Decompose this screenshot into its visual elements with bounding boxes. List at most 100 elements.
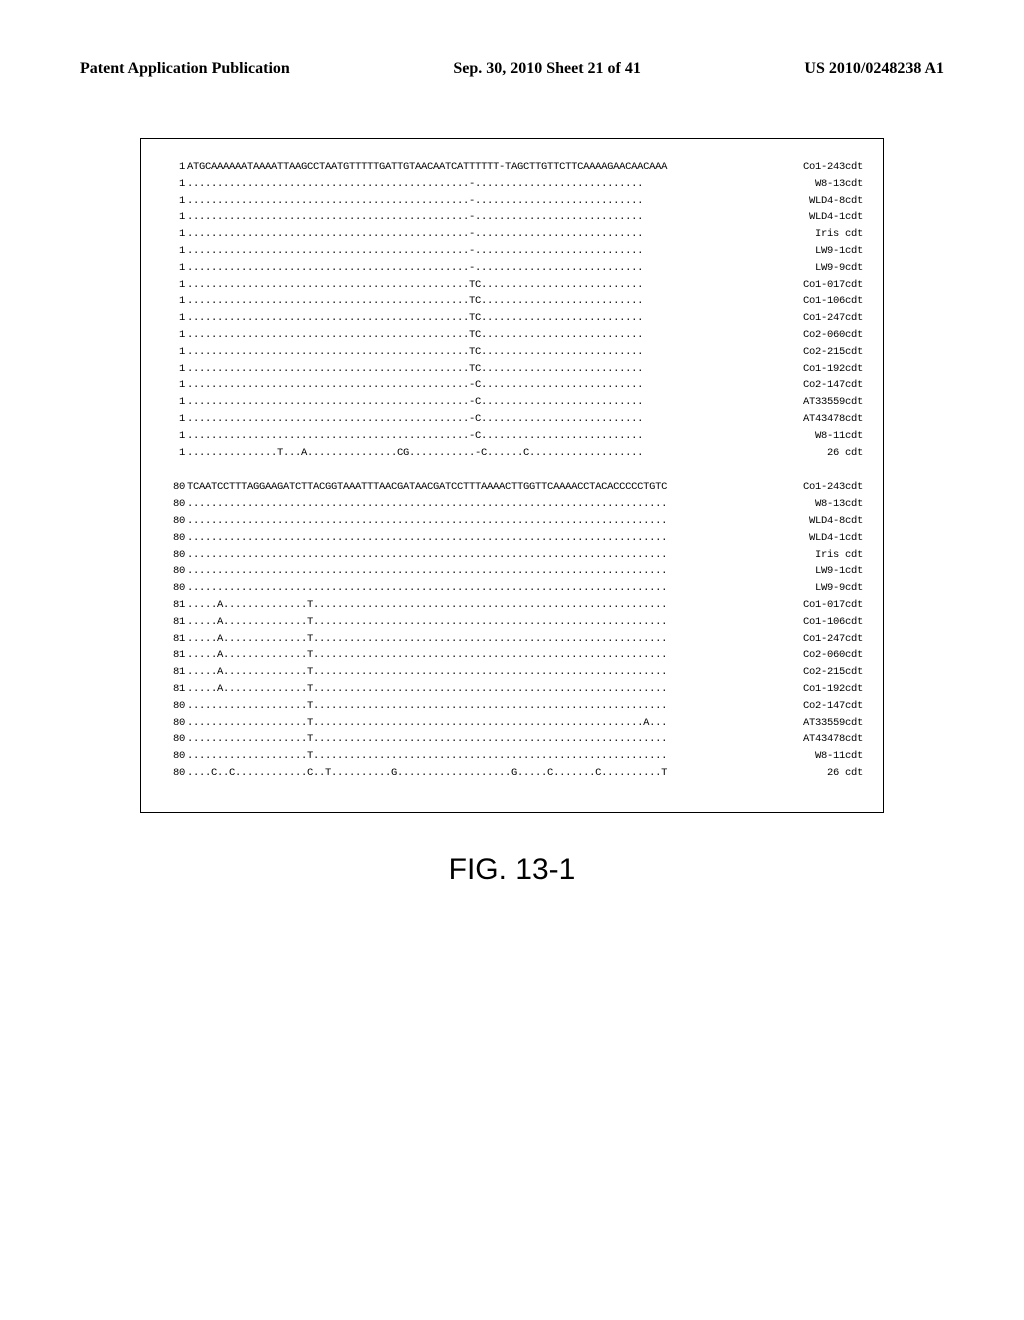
alignment-position: 81 bbox=[161, 597, 187, 614]
alignment-position: 1 bbox=[161, 243, 187, 260]
alignment-position: 80 bbox=[161, 496, 187, 513]
alignment-sequence: ........................................… bbox=[187, 193, 803, 210]
sequence-alignment: 1 ATGCAAAAAATAAAATTAAGCCTAATGTTTTTGATTGT… bbox=[161, 159, 863, 782]
alignment-row: 1.......................................… bbox=[161, 209, 863, 226]
alignment-label: Co1-243cdt bbox=[797, 479, 863, 496]
alignment-position: 81 bbox=[161, 631, 187, 648]
alignment-row: 80....C..C............C..T..........G...… bbox=[161, 765, 863, 782]
alignment-sequence: ........................................… bbox=[187, 513, 803, 530]
alignment-label: Co2-147cdt bbox=[797, 698, 863, 715]
alignment-label: WLD4-8cdt bbox=[803, 513, 863, 530]
alignment-label: Co2-060cdt bbox=[797, 327, 863, 344]
alignment-label: LW9-1cdt bbox=[809, 563, 863, 580]
alignment-position: 80 bbox=[161, 715, 187, 732]
alignment-label: Co1-106cdt bbox=[797, 293, 863, 310]
alignment-label: Co2-060cdt bbox=[797, 647, 863, 664]
figure-caption: FIG. 13-1 bbox=[0, 853, 1024, 887]
alignment-position: 81 bbox=[161, 664, 187, 681]
alignment-label: Iris cdt bbox=[809, 226, 863, 243]
alignment-row: 80....................T.................… bbox=[161, 748, 863, 765]
alignment-sequence: ........................................… bbox=[187, 310, 797, 327]
alignment-position: 1 bbox=[161, 428, 187, 445]
alignment-sequence: ........................................… bbox=[187, 496, 809, 513]
alignment-label: LW9-1cdt bbox=[809, 243, 863, 260]
alignment-label: Co1-247cdt bbox=[797, 631, 863, 648]
alignment-sequence: TCAATCCTTTAGGAAGATCTTACGGTAAATTTAACGATAA… bbox=[187, 479, 797, 496]
alignment-row: 81.....A..............T.................… bbox=[161, 681, 863, 698]
alignment-sequence: ........................................… bbox=[187, 260, 809, 277]
alignment-label: LW9-9cdt bbox=[809, 260, 863, 277]
alignment-position: 80 bbox=[161, 530, 187, 547]
alignment-label: W8-11cdt bbox=[809, 428, 863, 445]
alignment-label: W8-13cdt bbox=[809, 176, 863, 193]
alignment-row: 81.....A..............T.................… bbox=[161, 597, 863, 614]
alignment-row: 1.......................................… bbox=[161, 293, 863, 310]
alignment-ref-row: 1 ATGCAAAAAATAAAATTAAGCCTAATGTTTTTGATTGT… bbox=[161, 159, 863, 176]
alignment-row: 1.......................................… bbox=[161, 260, 863, 277]
alignment-sequence: ........................................… bbox=[187, 411, 797, 428]
alignment-position: 80 bbox=[161, 479, 187, 496]
alignment-label: 26 cdt bbox=[821, 445, 863, 462]
alignment-label: Co2-215cdt bbox=[797, 664, 863, 681]
alignment-row: 1.......................................… bbox=[161, 361, 863, 378]
alignment-row: 1.......................................… bbox=[161, 327, 863, 344]
alignment-sequence: ....................T...................… bbox=[187, 748, 809, 765]
alignment-label: WLD4-1cdt bbox=[803, 530, 863, 547]
alignment-position: 1 bbox=[161, 293, 187, 310]
alignment-position: 1 bbox=[161, 310, 187, 327]
alignment-label: Co1-106cdt bbox=[797, 614, 863, 631]
alignment-label: LW9-9cdt bbox=[809, 580, 863, 597]
alignment-position: 80 bbox=[161, 513, 187, 530]
alignment-sequence: ........................................… bbox=[187, 377, 797, 394]
alignment-sequence: .....A..............T...................… bbox=[187, 664, 797, 681]
alignment-row: 80......................................… bbox=[161, 513, 863, 530]
alignment-label: Co1-247cdt bbox=[797, 310, 863, 327]
alignment-position: 80 bbox=[161, 731, 187, 748]
alignment-row: 80......................................… bbox=[161, 563, 863, 580]
alignment-sequence: ........................................… bbox=[187, 563, 809, 580]
alignment-label: AT33559cdt bbox=[797, 715, 863, 732]
alignment-row: 1.......................................… bbox=[161, 277, 863, 294]
figure-panel: 1 ATGCAAAAAATAAAATTAAGCCTAATGTTTTTGATTGT… bbox=[140, 138, 884, 813]
alignment-label: WLD4-1cdt bbox=[803, 209, 863, 226]
alignment-row: 81.....A..............T.................… bbox=[161, 614, 863, 631]
alignment-row: 1.......................................… bbox=[161, 193, 863, 210]
alignment-sequence: ........................................… bbox=[187, 209, 803, 226]
alignment-row: 1.......................................… bbox=[161, 394, 863, 411]
alignment-label: Co1-017cdt bbox=[797, 277, 863, 294]
alignment-row: 80......................................… bbox=[161, 547, 863, 564]
alignment-label: Co1-017cdt bbox=[797, 597, 863, 614]
alignment-position: 81 bbox=[161, 681, 187, 698]
alignment-position: 81 bbox=[161, 647, 187, 664]
alignment-sequence: ........................................… bbox=[187, 530, 803, 547]
header-left: Patent Application Publication bbox=[80, 60, 290, 78]
alignment-row: 80....................T.................… bbox=[161, 715, 863, 732]
alignment-label: Co2-147cdt bbox=[797, 377, 863, 394]
alignment-label: 26 cdt bbox=[821, 765, 863, 782]
alignment-label: AT33559cdt bbox=[797, 394, 863, 411]
alignment-label: Iris cdt bbox=[809, 547, 863, 564]
alignment-position: 1 bbox=[161, 193, 187, 210]
alignment-label: W8-11cdt bbox=[809, 748, 863, 765]
alignment-sequence: ATGCAAAAAATAAAATTAAGCCTAATGTTTTTGATTGTAA… bbox=[187, 159, 797, 176]
alignment-position: 1 bbox=[161, 394, 187, 411]
alignment-position: 80 bbox=[161, 563, 187, 580]
alignment-label: AT43478cdt bbox=[797, 731, 863, 748]
alignment-position: 80 bbox=[161, 765, 187, 782]
alignment-position: 1 bbox=[161, 327, 187, 344]
alignment-position: 80 bbox=[161, 580, 187, 597]
alignment-sequence: ........................................… bbox=[187, 344, 797, 361]
alignment-sequence: .....A..............T...................… bbox=[187, 631, 797, 648]
alignment-row: 1.......................................… bbox=[161, 176, 863, 193]
alignment-sequence: ........................................… bbox=[187, 243, 809, 260]
alignment-position: 80 bbox=[161, 698, 187, 715]
alignment-sequence: .....A..............T...................… bbox=[187, 681, 797, 698]
header-right: US 2010/0248238 A1 bbox=[804, 60, 944, 78]
alignment-position: 1 bbox=[161, 260, 187, 277]
alignment-row: 1.......................................… bbox=[161, 377, 863, 394]
alignment-sequence: ...............T...A...............CG...… bbox=[187, 445, 821, 462]
alignment-row: 80......................................… bbox=[161, 496, 863, 513]
alignment-position: 1 bbox=[161, 159, 187, 176]
alignment-sequence: ........................................… bbox=[187, 327, 797, 344]
alignment-position: 1 bbox=[161, 226, 187, 243]
